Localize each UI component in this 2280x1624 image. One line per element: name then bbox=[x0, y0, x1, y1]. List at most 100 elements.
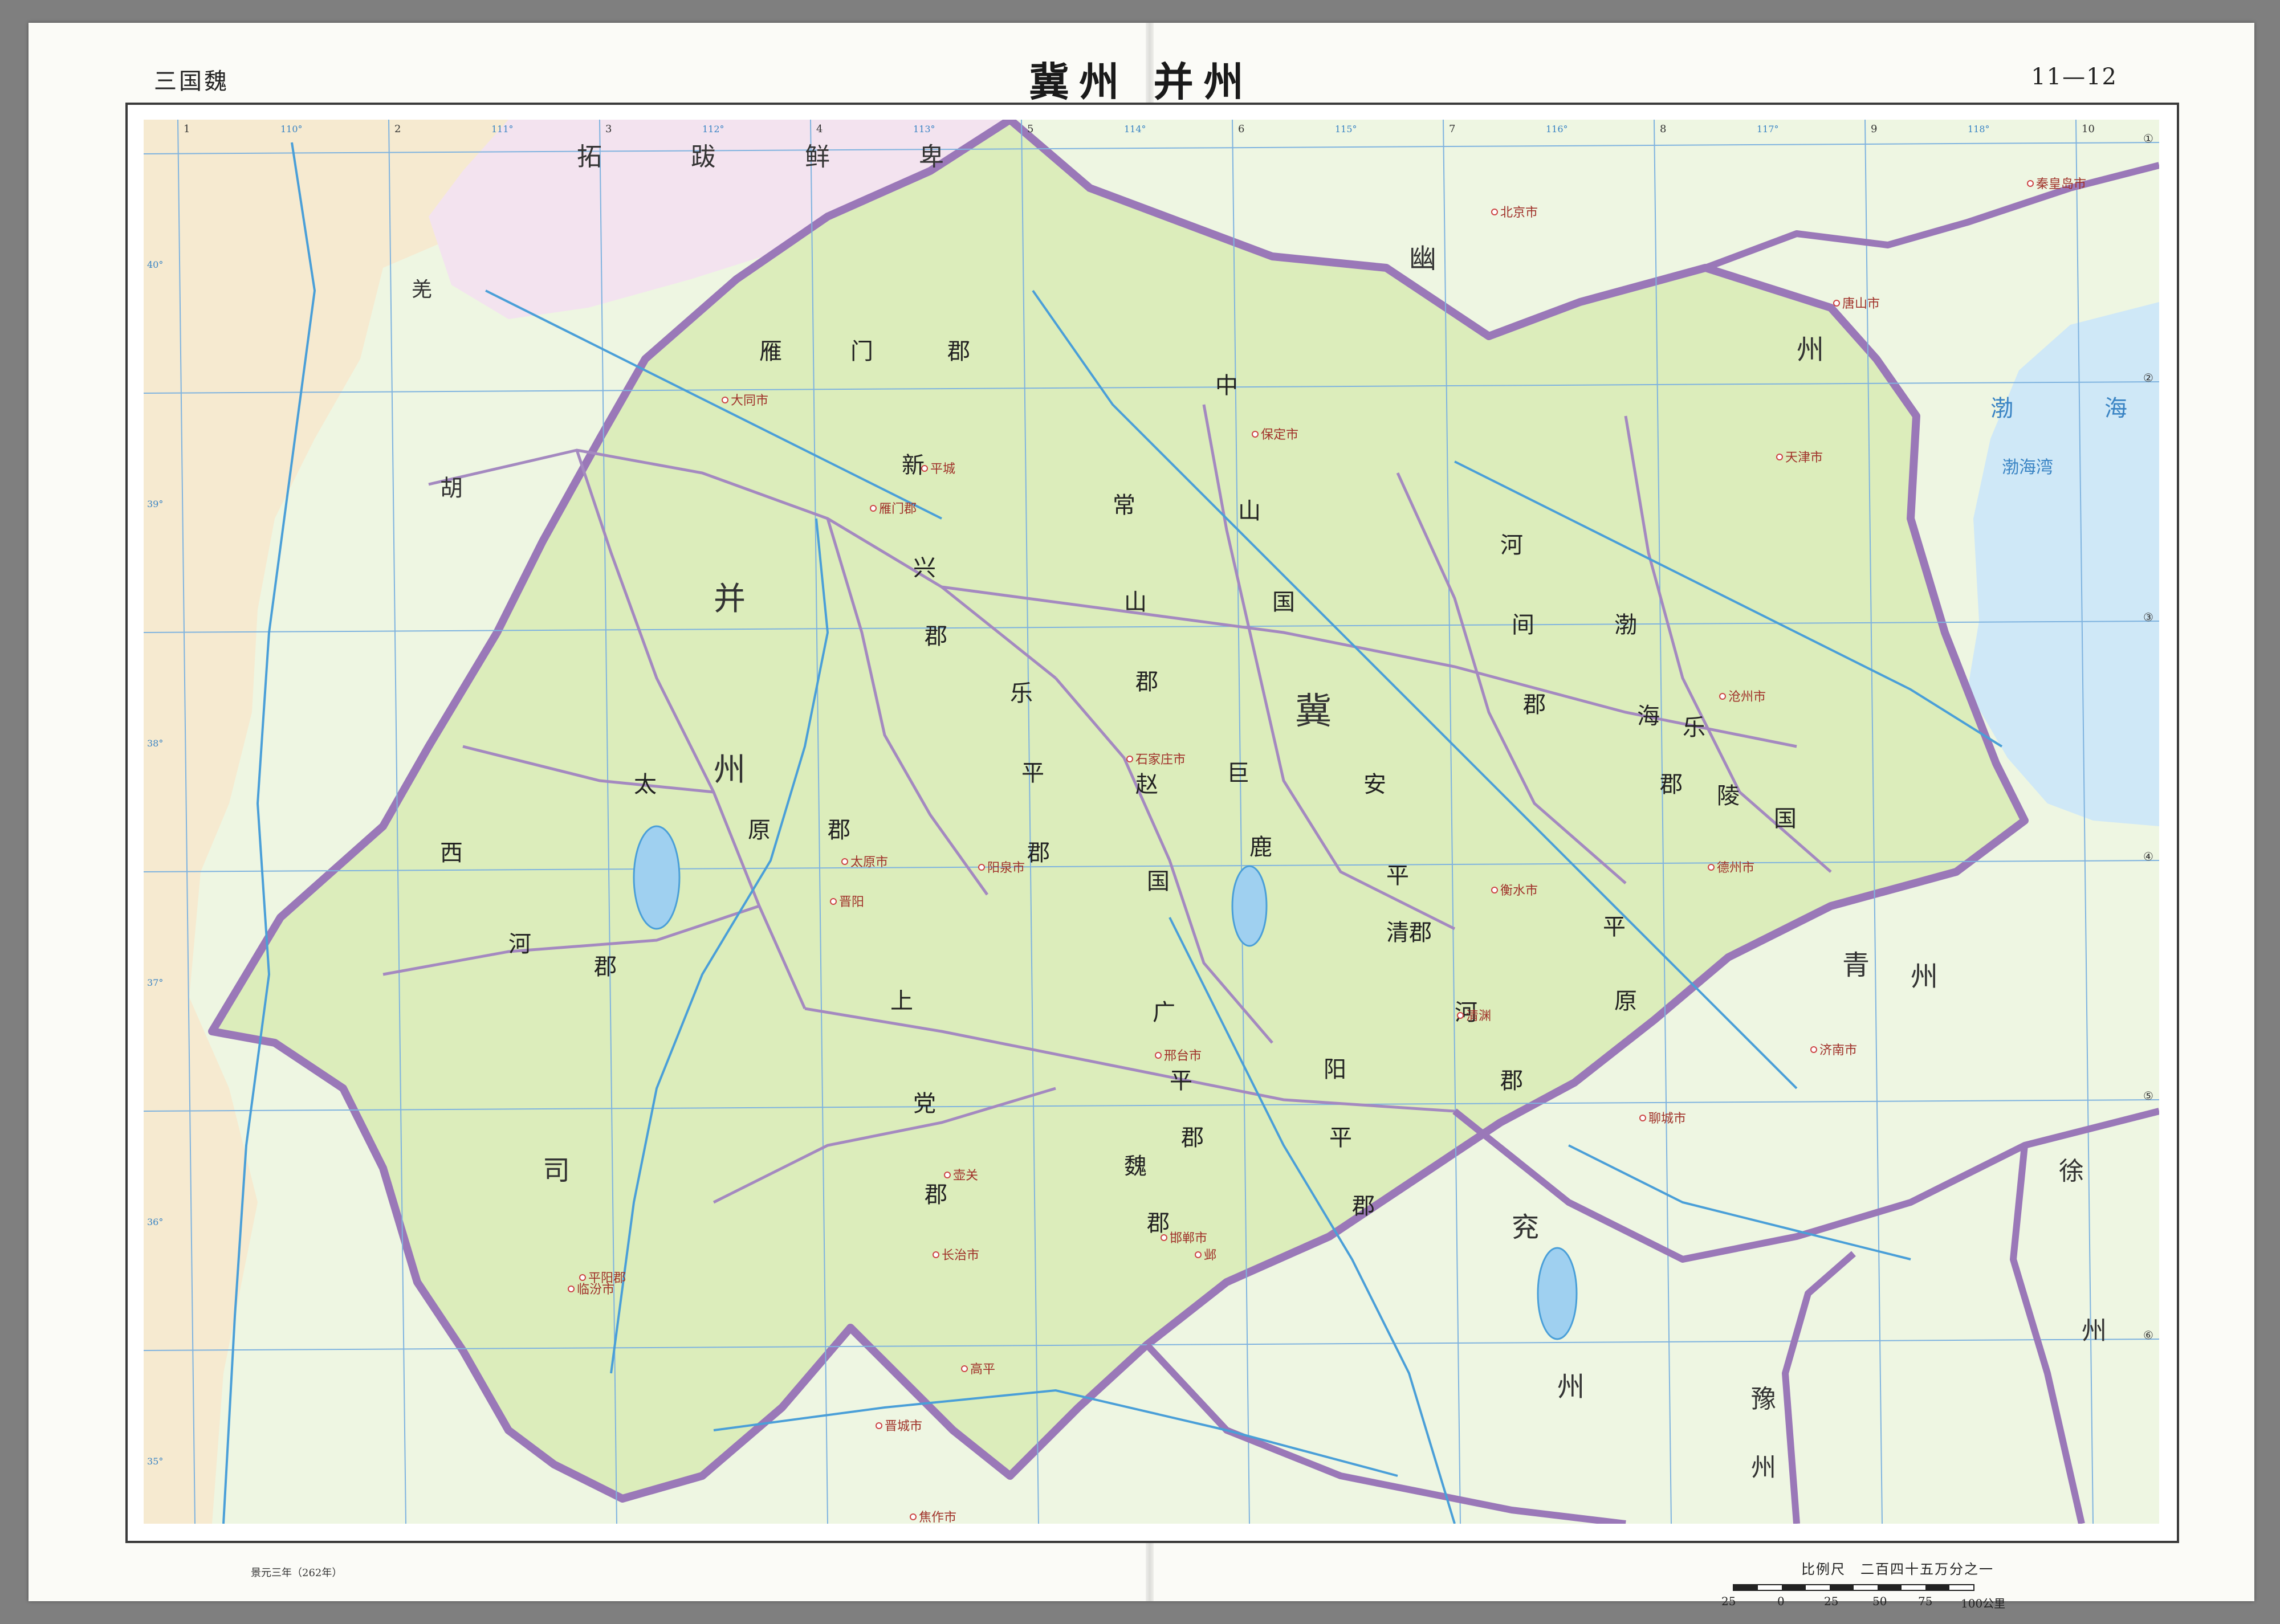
city-label: 焦作市 bbox=[919, 1511, 956, 1524]
commandery-label: 郡 bbox=[1181, 1125, 1204, 1151]
longitude-label: 110° bbox=[280, 124, 303, 134]
commandery-label: 郡 bbox=[594, 954, 617, 980]
city-label: 衡水市 bbox=[1500, 884, 1538, 898]
grid-number-side: ② bbox=[2143, 371, 2153, 385]
city-label: 晋阳 bbox=[839, 895, 864, 909]
longitude-label: 111° bbox=[491, 124, 514, 134]
grid-number-top: 7 bbox=[1449, 123, 1455, 135]
city-dot bbox=[1719, 693, 1726, 700]
region-label-bingzhou: 州 bbox=[714, 752, 746, 789]
city-dot bbox=[579, 1274, 586, 1281]
city-label: 济南市 bbox=[1819, 1043, 1857, 1058]
grid-number-side: ④ bbox=[2143, 850, 2153, 863]
city-dot bbox=[1491, 209, 1498, 215]
map-canvas[interactable]: 1 2 3 4 5 6 7 8 9 10 110° 111° 112° 113° 114° 115° 116° 1… bbox=[144, 120, 2159, 1524]
scale-tick: 50 bbox=[1872, 1594, 1887, 1608]
city-dot bbox=[870, 505, 877, 512]
region-label-bohai: 海 bbox=[2104, 395, 2127, 422]
grid-number-top: 4 bbox=[816, 123, 823, 135]
longitude-label: 116° bbox=[1546, 124, 1568, 134]
page-numbers: 11—12 bbox=[2031, 64, 2118, 90]
grid-number-top: 6 bbox=[1238, 123, 1244, 135]
commandery-label: 河 bbox=[508, 931, 531, 957]
city-label: 阳泉市 bbox=[987, 861, 1025, 875]
city-dot bbox=[568, 1286, 575, 1292]
commandery-label: 广 bbox=[1153, 999, 1175, 1026]
grid-number-side: ⑤ bbox=[2143, 1089, 2153, 1103]
city-dot bbox=[722, 397, 728, 403]
city-label: 太原市 bbox=[850, 855, 888, 870]
commandery-label: 鹿 bbox=[1249, 834, 1272, 860]
commandery-label: 郡 bbox=[1147, 1210, 1170, 1237]
commandery-label: 郡 bbox=[1500, 1068, 1523, 1094]
latitude-label: 35° bbox=[147, 1456, 163, 1467]
city-dot bbox=[910, 1513, 917, 1520]
latitude-label: 36° bbox=[147, 1217, 163, 1227]
commandery-label: 党 bbox=[913, 1091, 936, 1117]
region-label-tuoba: 拓 bbox=[577, 142, 602, 172]
commandery-label: 乐 bbox=[1683, 715, 1705, 741]
commandery-label: 郡 bbox=[1135, 669, 1158, 695]
region-label-youzhou: 幽 bbox=[1409, 243, 1436, 275]
city-label: 保定市 bbox=[1261, 428, 1298, 442]
scale-tick: 0 bbox=[1777, 1594, 1785, 1608]
commandery-label: 陵 bbox=[1717, 783, 1740, 809]
city-label: 德州市 bbox=[1717, 861, 1754, 875]
city-label: 沧州市 bbox=[1728, 690, 1766, 704]
city-label: 长治市 bbox=[942, 1248, 979, 1263]
atlas-page: 三国魏 冀州 并州 11—12 1 2 3 4 5 6 7 8 9 10 110… bbox=[28, 23, 2254, 1610]
commandery-label: 上 bbox=[890, 988, 913, 1014]
city-dot bbox=[944, 1172, 951, 1178]
longitude-label: 114° bbox=[1124, 124, 1146, 134]
scale-bar bbox=[1733, 1584, 1974, 1591]
commandery-label: 国 bbox=[1147, 868, 1170, 895]
commandery-label: 郡 bbox=[925, 1182, 947, 1208]
commandery-label: 常 bbox=[1113, 492, 1135, 519]
longitude-label: 117° bbox=[1757, 124, 1779, 134]
latitude-label: 38° bbox=[147, 738, 163, 749]
commandery-label: 国 bbox=[1272, 589, 1295, 615]
latitude-label: 40° bbox=[147, 259, 163, 270]
region-label-tuoba: 跋 bbox=[691, 142, 716, 172]
city-label: 邺 bbox=[1204, 1248, 1216, 1263]
commandery-label: 巨 bbox=[1227, 760, 1249, 786]
region-label-tuoba: 卑 bbox=[919, 142, 944, 172]
city-label: 壶关 bbox=[953, 1169, 978, 1183]
region-label-qingzhou: 青 bbox=[1842, 949, 1870, 981]
grid-number-top: 9 bbox=[1871, 123, 1877, 135]
commandery-label: 间 bbox=[1512, 612, 1534, 638]
commandery-label: 中 bbox=[1215, 373, 1238, 399]
lake bbox=[1231, 865, 1268, 947]
region-label-jizhou: 冀 bbox=[1295, 691, 1332, 733]
region-label-xuzhou: 徐 bbox=[2059, 1157, 2084, 1186]
grid-number-side: ③ bbox=[2143, 610, 2153, 624]
grid-number-top: 1 bbox=[184, 123, 190, 135]
region-label-xuzhou: 州 bbox=[2082, 1316, 2107, 1345]
city-dot bbox=[841, 858, 848, 865]
region-label-yanzhou: 州 bbox=[1557, 1371, 1585, 1403]
city-label: 秦皇岛市 bbox=[2036, 177, 2086, 191]
region-label-hu: 胡 bbox=[440, 475, 463, 501]
commandery-label: 雁 bbox=[759, 338, 782, 365]
city-dot bbox=[961, 1365, 968, 1372]
city-dot bbox=[1639, 1115, 1646, 1121]
longitude-label: 113° bbox=[913, 124, 935, 134]
city-dot bbox=[1833, 300, 1840, 307]
region-label-sizhou: 司 bbox=[543, 1154, 570, 1186]
commandery-label: 安 bbox=[1363, 772, 1386, 798]
commandery-label: 河 bbox=[1500, 532, 1523, 558]
map-date-footnote: 景元三年（262年） bbox=[251, 1567, 343, 1579]
commandery-label: 郡 bbox=[1523, 692, 1546, 718]
city-dot bbox=[2027, 180, 2034, 187]
grid-number-top: 8 bbox=[1660, 123, 1666, 135]
latitude-label: 39° bbox=[147, 499, 163, 509]
city-label: 平城 bbox=[930, 462, 955, 476]
city-dot bbox=[1776, 454, 1783, 460]
city-label: 石家庄市 bbox=[1135, 753, 1186, 767]
city-label: 清渊 bbox=[1466, 1009, 1491, 1023]
latitude-label: 37° bbox=[147, 977, 163, 988]
city-dot bbox=[978, 864, 985, 871]
map-frame: 1 2 3 4 5 6 7 8 9 10 110° 111° 112° 113° 114° 115° 116° 1… bbox=[125, 103, 2179, 1543]
map-title: 冀州 并州 bbox=[1029, 58, 1254, 105]
commandery-label: 平 bbox=[1021, 760, 1044, 786]
